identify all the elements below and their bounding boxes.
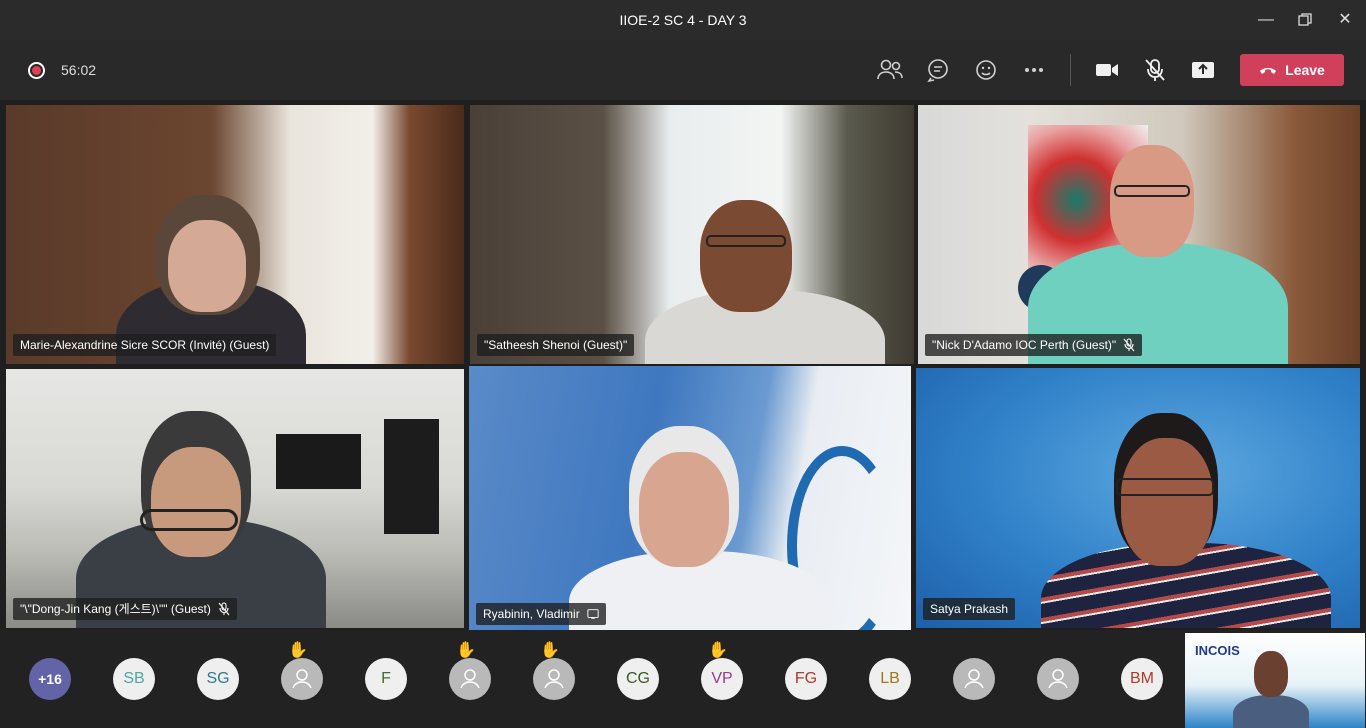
share-icon[interactable] bbox=[1189, 57, 1217, 83]
raised-hand-icon: ✋ bbox=[456, 642, 476, 659]
participant-avatar[interactable]: F bbox=[365, 658, 407, 700]
person-icon bbox=[964, 669, 984, 689]
screen-share-icon bbox=[587, 609, 599, 619]
avatar-initials: SG bbox=[206, 670, 230, 687]
avatar-initials: CG bbox=[626, 670, 650, 687]
glasses bbox=[706, 235, 786, 247]
close-icon[interactable]: ✕ bbox=[1331, 8, 1359, 32]
reactions-icon[interactable] bbox=[972, 57, 1000, 83]
participant-name-tag: "Satheesh Shenoi (Guest)" bbox=[477, 334, 635, 356]
participant-avatar[interactable]: BM bbox=[1121, 658, 1163, 700]
hang-up-icon bbox=[1260, 68, 1277, 74]
participant-avatar[interactable]: SB bbox=[113, 658, 155, 700]
more-participants-button[interactable]: +16 bbox=[29, 658, 71, 700]
participant-name: "Nick D'Adamo IOC Perth (Guest)" bbox=[932, 338, 1117, 352]
participant-avatar[interactable] bbox=[533, 658, 575, 700]
participant-avatar[interactable]: SG bbox=[197, 658, 239, 700]
participant-face bbox=[700, 200, 792, 312]
participant-name: Satya Prakash bbox=[930, 602, 1009, 616]
participant-avatar[interactable]: FG bbox=[785, 658, 827, 700]
video-tile[interactable]: Satya Prakash bbox=[916, 368, 1360, 628]
participant-face bbox=[1254, 651, 1288, 697]
participant-avatar[interactable] bbox=[281, 658, 323, 700]
participant-face bbox=[1110, 145, 1194, 257]
participant-avatar[interactable] bbox=[953, 658, 995, 700]
meeting-toolbar: 56:02 Leave bbox=[0, 40, 1366, 100]
participant-face bbox=[151, 447, 241, 557]
glasses bbox=[1114, 185, 1190, 197]
participant-name: Ryabinin, Vladimir bbox=[483, 607, 580, 621]
video-tile[interactable]: Marie-Alexandrine Sicre SCOR (Invité) (G… bbox=[6, 105, 464, 364]
video-tile[interactable]: "\"Dong-Jin Kang (게스트)\"" (Guest) bbox=[6, 369, 464, 628]
participant-name: "Satheesh Shenoi (Guest)" bbox=[484, 338, 628, 352]
video-tile[interactable]: Ryabinin, Vladimir bbox=[469, 366, 911, 630]
toolbar-divider bbox=[1070, 54, 1071, 86]
window-title: IIOE-2 SC 4 - DAY 3 bbox=[619, 12, 747, 28]
mic-muted-icon bbox=[1123, 338, 1135, 352]
meeting-timer: 56:02 bbox=[61, 62, 97, 78]
participant-name-tag: "\"Dong-Jin Kang (게스트)\"" (Guest) bbox=[13, 598, 237, 620]
participant-avatar[interactable]: VP bbox=[701, 658, 743, 700]
mic-muted-icon bbox=[218, 602, 230, 616]
minimize-icon[interactable]: — bbox=[1252, 8, 1280, 32]
computer-tower bbox=[384, 419, 439, 534]
video-grid: Marie-Alexandrine Sicre SCOR (Invité) (G… bbox=[0, 100, 1366, 630]
monitor bbox=[276, 434, 361, 489]
leave-label: Leave bbox=[1285, 62, 1325, 78]
participant-avatar[interactable]: CG bbox=[617, 658, 659, 700]
person-icon bbox=[544, 669, 564, 689]
chat-icon[interactable] bbox=[924, 57, 952, 83]
participant-avatar[interactable] bbox=[449, 658, 491, 700]
more-icon[interactable] bbox=[1020, 57, 1048, 83]
participants-icon[interactable] bbox=[876, 57, 904, 83]
raised-hand-icon: ✋ bbox=[708, 642, 728, 659]
person-icon bbox=[1048, 669, 1068, 689]
glasses bbox=[140, 509, 238, 531]
mic-muted-icon[interactable] bbox=[1141, 57, 1169, 83]
avatar-initials: FG bbox=[794, 670, 818, 687]
avatar-initials: SB bbox=[123, 670, 145, 687]
avatar-initials: VP bbox=[711, 670, 733, 687]
video-tile[interactable]: "Satheesh Shenoi (Guest)" bbox=[470, 105, 914, 364]
raised-hand-icon: ✋ bbox=[288, 642, 308, 659]
avatar-initials: BM bbox=[1130, 670, 1154, 687]
participant-face bbox=[1121, 438, 1213, 566]
avatar-initials: LB bbox=[880, 670, 900, 687]
participant-name-tag: Ryabinin, Vladimir bbox=[476, 603, 606, 625]
participant-name: "\"Dong-Jin Kang (게스트)\"" (Guest) bbox=[20, 602, 211, 616]
title-bar: IIOE-2 SC 4 - DAY 3 — ✕ bbox=[0, 0, 1366, 40]
person-icon bbox=[292, 669, 312, 689]
self-video-preview[interactable]: INCOIS bbox=[1185, 633, 1365, 728]
participant-avatar[interactable]: LB bbox=[869, 658, 911, 700]
participant-face bbox=[168, 220, 246, 312]
participant-name-tag: Marie-Alexandrine Sicre SCOR (Invité) (G… bbox=[13, 334, 277, 356]
participant-name: Marie-Alexandrine Sicre SCOR (Invité) (G… bbox=[20, 338, 270, 352]
participant-name-tag: Satya Prakash bbox=[923, 598, 1016, 620]
recording-icon bbox=[28, 62, 45, 79]
avatar-initials: F bbox=[381, 670, 391, 687]
incois-logo: INCOIS bbox=[1195, 643, 1240, 658]
camera-icon[interactable] bbox=[1093, 57, 1121, 83]
participant-roster: +16 SB SG ✋ F ✋ ✋ CG ✋ VP FG LB BM INCOIS bbox=[0, 630, 1366, 728]
glasses bbox=[1116, 478, 1214, 496]
raised-hand-icon: ✋ bbox=[540, 642, 560, 659]
leave-button[interactable]: Leave bbox=[1240, 54, 1344, 86]
restore-icon[interactable] bbox=[1291, 8, 1319, 32]
video-tile[interactable]: "Nick D'Adamo IOC Perth (Guest)" bbox=[918, 105, 1360, 364]
participant-face bbox=[639, 452, 729, 567]
participant-name-tag: "Nick D'Adamo IOC Perth (Guest)" bbox=[925, 334, 1143, 356]
person-icon bbox=[460, 669, 480, 689]
participant-avatar[interactable] bbox=[1037, 658, 1079, 700]
participant-body bbox=[1233, 695, 1309, 728]
